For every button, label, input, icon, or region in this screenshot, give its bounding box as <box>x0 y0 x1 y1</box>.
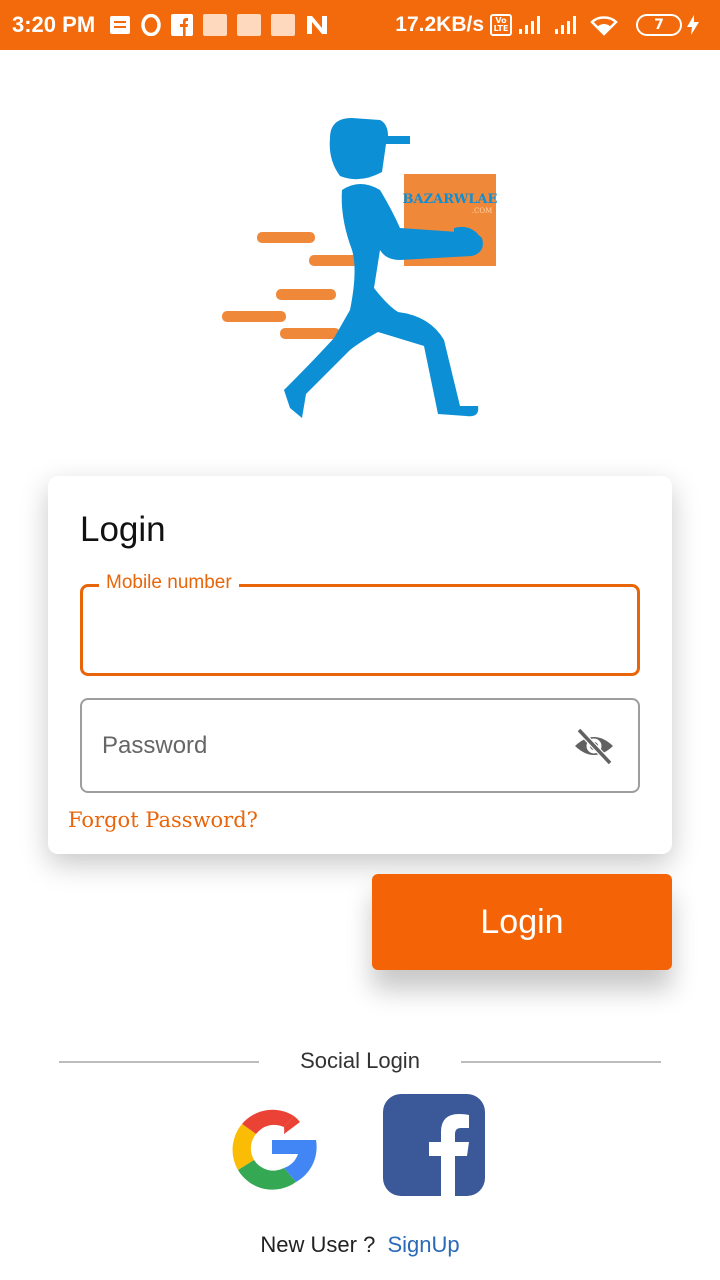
volte-icon: Vo LTE <box>490 14 512 36</box>
password-input[interactable] <box>102 700 582 791</box>
mobile-number-input[interactable] <box>103 587 583 673</box>
visibility-off-icon[interactable] <box>572 726 616 766</box>
login-card: Login Mobile number Forgot Password? <box>48 476 672 854</box>
facebook-icon[interactable] <box>383 1094 485 1196</box>
news-icon <box>237 14 262 36</box>
password-field[interactable] <box>80 698 640 793</box>
new-user-text: New User ? <box>260 1232 376 1257</box>
signup-line: New User ? SignUp <box>0 1232 720 1258</box>
charging-icon <box>686 14 700 36</box>
google-icon[interactable] <box>222 1094 326 1198</box>
login-title: Login <box>80 510 166 549</box>
delivery-logo: BAZARWLAE .COM <box>222 118 498 418</box>
divider-left <box>59 1061 259 1063</box>
wifi-icon <box>590 14 618 36</box>
status-time: 3:20 PM <box>12 12 96 37</box>
news-icon <box>203 14 228 36</box>
opera-icon <box>141 14 161 36</box>
status-bar: 3:20 PM 17.2KB/s Vo LTE 7 <box>0 0 720 50</box>
social-login-title: Social Login <box>300 1048 420 1073</box>
logo-brand-text: BAZARWLAE <box>403 192 498 207</box>
login-button[interactable]: Login <box>372 874 672 970</box>
network-speed: 17.2KB/s <box>395 13 484 36</box>
notes-icon <box>109 15 131 35</box>
mobile-number-field[interactable]: Mobile number <box>80 572 640 676</box>
news-icon <box>271 14 296 36</box>
logo-sub-text: .COM <box>472 207 493 215</box>
forgot-password-link[interactable]: Forgot Password? <box>68 808 258 832</box>
battery-icon: 7 <box>636 14 682 36</box>
n-icon <box>305 14 329 36</box>
divider-right <box>461 1061 661 1063</box>
signal-icon <box>554 15 580 35</box>
facebook-icon <box>171 14 194 36</box>
signal-icon <box>518 15 544 35</box>
signup-link[interactable]: SignUp <box>387 1232 459 1257</box>
